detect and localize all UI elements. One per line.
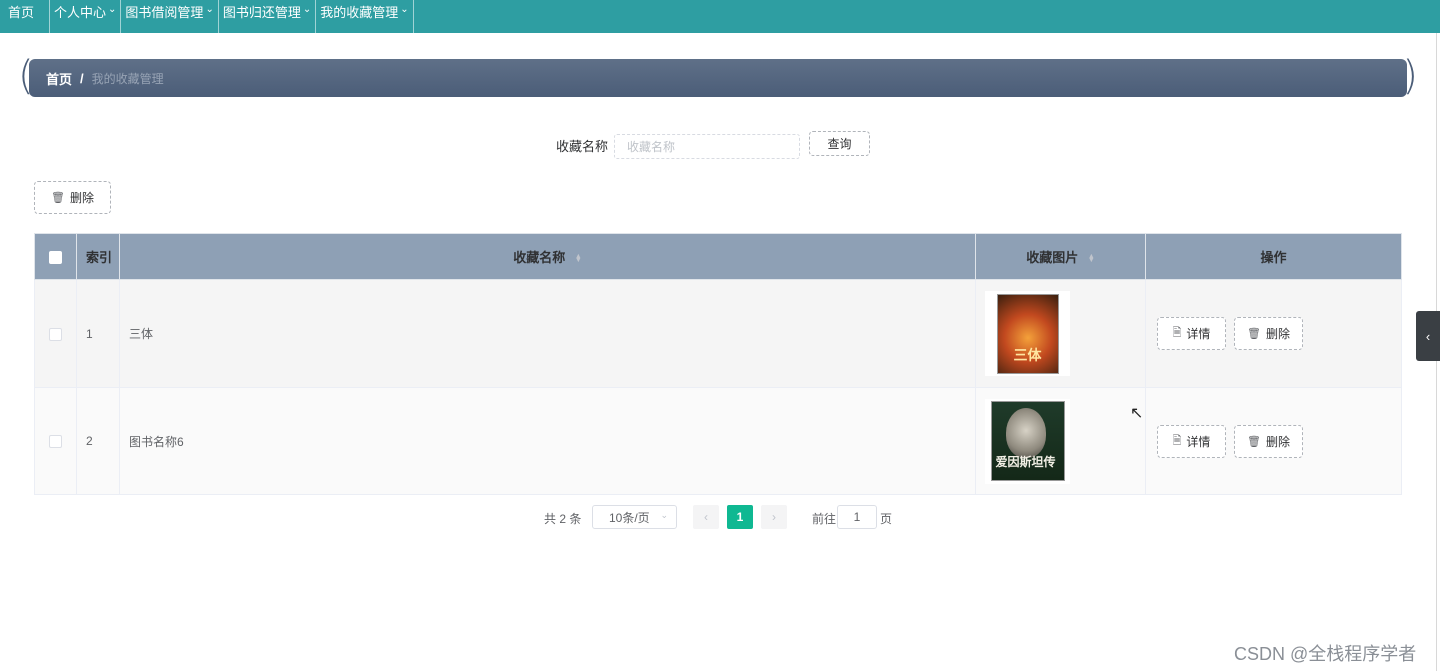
prev-page-button[interactable]: ‹ — [693, 505, 719, 529]
column-header-name[interactable]: 收藏名称 ▲ ▼ — [119, 233, 976, 280]
select-all-cell — [34, 233, 77, 280]
row-actions-cell: 🗎 详情 🗑 删除 — [1145, 279, 1402, 388]
row-checkbox[interactable] — [49, 327, 62, 341]
nav-item-return-management[interactable]: 图书归还管理 ⌄ — [219, 0, 317, 33]
pagination: 共 2 条 10条/页 ⌄ ‹ 1 › 前往 页 — [0, 505, 1440, 529]
bulk-delete-button[interactable]: 🗑 删除 — [34, 181, 111, 214]
delete-button[interactable]: 🗑 删除 — [1234, 424, 1303, 458]
sort-caret-icon[interactable]: ▲ ▼ — [1088, 253, 1095, 264]
search-label: 收藏名称 — [556, 139, 609, 154]
row-select-cell — [34, 279, 77, 388]
detail-label: 详情 — [1186, 434, 1211, 449]
watermark-text: CSDN @全栈程序学者 — [1234, 644, 1417, 664]
favorites-table: 索引 收藏名称 ▲ ▼ 收藏图片 ▲ ▼ 操作 1 三体 三体 🗎 详情 🗑 删… — [34, 233, 1402, 495]
book-cover-einstein: 爱因斯坦传 — [990, 401, 1065, 481]
breadcrumb: ( 首页 / 我的收藏管理 ) — [18, 53, 1418, 100]
document-icon: 🗎 — [1172, 434, 1182, 447]
row-select-cell — [34, 387, 77, 495]
trash-icon: 🗑 — [1247, 328, 1261, 340]
nav-item-label: 我的收藏管理 — [320, 5, 399, 20]
chevron-down-icon: ⌄ — [108, 4, 117, 15]
book-cover-image: 三体 — [985, 291, 1070, 376]
next-page-button[interactable]: › — [761, 505, 787, 529]
breadcrumb-separator: / — [80, 70, 84, 86]
page-number-current[interactable]: 1 — [727, 505, 753, 529]
cover-title-text: 三体 — [1013, 346, 1042, 363]
pagination-total: 共 2 条 — [544, 512, 582, 526]
bulk-delete-label: 删除 — [69, 191, 94, 205]
right-bracket-decoration: ) — [1402, 53, 1418, 99]
row-index: 1 — [76, 279, 120, 388]
trash-icon: 🗑 — [51, 192, 65, 204]
nav-item-label: 个人中心 — [54, 5, 107, 20]
nav-item-label: 图书归还管理 — [222, 5, 301, 20]
book-cover-san-ti: 三体 — [996, 293, 1059, 374]
row-checkbox[interactable] — [49, 435, 62, 449]
table-row: 2 图书名称6 爱因斯坦传 🗎 详情 🗑 删除 — [34, 387, 1402, 495]
top-nav: 首页 个人中心 ⌄ 图书借阅管理 ⌄ 图书归还管理 ⌄ 我的收藏管理 ⌄ — [0, 0, 1440, 33]
chevron-left-icon: ‹ — [1425, 328, 1431, 344]
side-panel-toggle[interactable]: ‹ — [1416, 311, 1440, 361]
chevron-down-icon: ⌄ — [205, 4, 214, 15]
goto-label: 前往 — [812, 512, 837, 526]
nav-item-label: 图书借阅管理 — [125, 5, 204, 20]
row-actions-cell: 🗎 详情 🗑 删除 — [1145, 387, 1402, 495]
detail-button[interactable]: 🗎 详情 — [1157, 424, 1226, 458]
row-image-cell: 爱因斯坦传 — [975, 387, 1146, 495]
column-header-index: 索引 — [76, 233, 120, 280]
trash-icon: 🗑 — [1247, 435, 1261, 448]
row-name: 三体 — [119, 279, 976, 388]
nav-item-favorites-management[interactable]: 我的收藏管理 ⌄ — [316, 0, 414, 33]
row-image-cell: 三体 — [975, 279, 1146, 388]
chevron-right-icon: › — [772, 510, 776, 524]
detail-label: 详情 — [1186, 327, 1211, 341]
table-row: 1 三体 三体 🗎 详情 🗑 删除 — [34, 279, 1402, 388]
detail-button[interactable]: 🗎 详情 — [1157, 317, 1226, 350]
chevron-down-icon: ⌄ — [400, 4, 409, 15]
portrait-illustration — [1005, 408, 1046, 458]
select-all-checkbox[interactable] — [49, 251, 62, 265]
chevron-down-icon: ⌄ — [660, 510, 668, 520]
breadcrumb-current: 我的收藏管理 — [91, 71, 164, 86]
row-index: 2 — [76, 387, 120, 495]
page-suffix-label: 页 — [880, 512, 893, 526]
search-input[interactable] — [614, 134, 800, 159]
column-header-label: 收藏名称 — [513, 250, 566, 265]
delete-label: 删除 — [1265, 327, 1290, 341]
column-header-actions: 操作 — [1145, 233, 1402, 280]
sort-caret-icon[interactable]: ▲ ▼ — [575, 253, 582, 264]
column-header-image[interactable]: 收藏图片 ▲ ▼ — [975, 233, 1146, 280]
chevron-left-icon: ‹ — [704, 510, 708, 524]
cover-title-text: 爱因斯坦传 — [995, 455, 1056, 469]
breadcrumb-home-link[interactable]: 首页 — [46, 69, 72, 88]
goto-page-input[interactable] — [837, 505, 877, 529]
document-icon: 🗎 — [1172, 327, 1182, 339]
delete-button[interactable]: 🗑 删除 — [1234, 317, 1303, 350]
row-name: 图书名称6 — [119, 387, 976, 495]
page-size-value: 10条/页 — [609, 510, 650, 525]
book-cover-image: 爱因斯坦传 — [985, 398, 1070, 484]
delete-label: 删除 — [1265, 434, 1290, 449]
nav-item-home[interactable]: 首页 — [0, 0, 51, 33]
breadcrumb-bar: 首页 / 我的收藏管理 — [29, 59, 1407, 97]
table-header-row: 索引 收藏名称 ▲ ▼ 收藏图片 ▲ ▼ 操作 — [34, 233, 1402, 280]
chevron-down-icon: ⌄ — [302, 4, 312, 15]
page-size-select[interactable]: 10条/页 ⌄ — [592, 505, 677, 529]
column-header-label: 收藏图片 — [1026, 250, 1079, 265]
nav-item-label: 首页 — [8, 5, 35, 20]
mouse-cursor-icon: ↖ — [1130, 405, 1144, 422]
nav-item-borrow-management[interactable]: 图书借阅管理 ⌄ — [121, 0, 219, 33]
query-button[interactable]: 查询 — [809, 131, 870, 156]
nav-item-personal-center[interactable]: 个人中心 ⌄ — [50, 0, 122, 33]
